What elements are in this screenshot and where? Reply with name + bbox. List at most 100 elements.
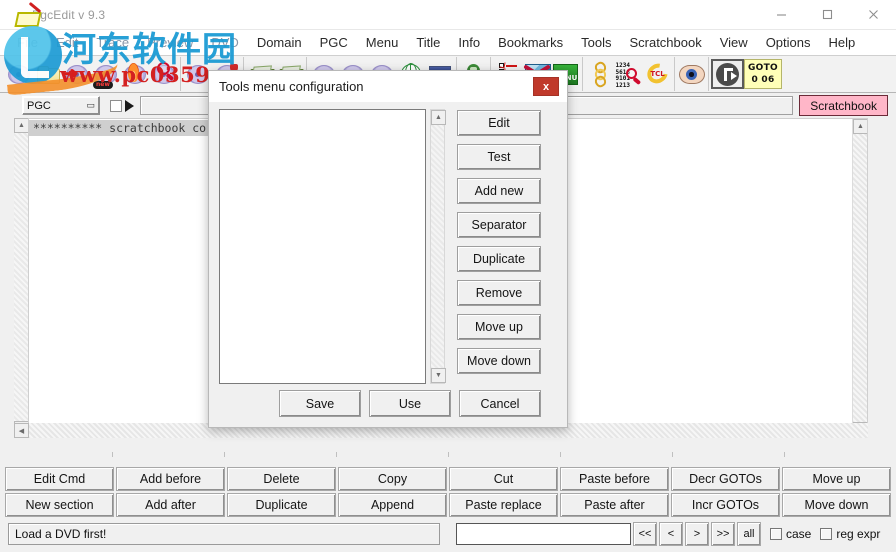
toolbar-group-eye — [675, 57, 709, 91]
paste-before-button[interactable]: Paste before — [560, 467, 669, 491]
minimize-button[interactable] — [758, 0, 804, 30]
nav-last-button[interactable]: >> — [711, 522, 735, 546]
window-title: PgcEdit v 9.3 — [32, 7, 106, 22]
regexpr-checkbox[interactable] — [820, 528, 833, 540]
scroll-up-icon[interactable]: ▲ — [431, 110, 446, 125]
maximize-button[interactable] — [804, 0, 850, 30]
add-before-button[interactable]: Add before — [116, 467, 225, 491]
window-controls — [758, 0, 896, 30]
dialog-close-button[interactable]: x — [533, 77, 559, 96]
paste-replace-button[interactable]: Paste replace — [449, 493, 558, 517]
dialog-duplicate-button[interactable]: Duplicate — [457, 246, 541, 272]
menu-item-file[interactable]: File — [8, 32, 47, 53]
burn-disc-icon[interactable] — [120, 59, 149, 89]
case-checkbox-wrap[interactable]: case — [770, 527, 811, 541]
dialog-save-button[interactable]: Save — [279, 390, 361, 417]
menu-item-pgc[interactable]: PGC — [311, 32, 357, 53]
goto-indicator: GOTO 0 06 — [744, 59, 782, 89]
menu-item-dvd[interactable]: DVD — [202, 32, 247, 53]
nav-next-button[interactable]: > — [685, 522, 709, 546]
scroll-down-icon[interactable]: ▼ — [431, 368, 446, 383]
goto-arrow-icon[interactable] — [711, 59, 744, 89]
scroll-up-icon[interactable]: ▲ — [853, 119, 867, 134]
tools-list[interactable] — [219, 109, 426, 384]
editor-left-scrollbar[interactable]: ▲ ▼ — [14, 118, 29, 436]
decr-gotos-button[interactable]: Decr GOTOs — [671, 467, 780, 491]
pgc-selector[interactable]: PGC ▭ — [22, 96, 100, 115]
delete-button[interactable]: Delete — [227, 467, 336, 491]
menu-item-bookmarks[interactable]: Bookmarks — [489, 32, 572, 53]
menu-item-edit[interactable]: Edit — [47, 32, 87, 53]
goto-label: GOTO — [747, 63, 779, 73]
pgc-selector-value: PGC — [27, 99, 51, 112]
paste-after-button[interactable]: Paste after — [560, 493, 669, 517]
dialog-title: Tools menu configuration — [219, 78, 364, 94]
move-up-button[interactable]: Move up — [782, 467, 891, 491]
incr-gotos-button[interactable]: Incr GOTOs — [671, 493, 780, 517]
action-button-grid: Edit Cmd Add before Delete Copy Cut Past… — [0, 466, 896, 518]
new-disc-icon[interactable]: new — [91, 59, 120, 89]
copy-button[interactable]: Copy — [338, 467, 447, 491]
scroll-left-icon[interactable]: ◀ — [14, 423, 29, 438]
open-folder-icon[interactable] — [33, 59, 62, 89]
menu-item-scratchbook[interactable]: Scratchbook — [620, 32, 710, 53]
application-window: PgcEdit v 9.3 File Edit Trace Preview DV… — [0, 0, 896, 552]
editor-line: ********** scratchbook co — [29, 120, 209, 136]
dialog-move-down-button[interactable]: Move down — [457, 348, 541, 374]
play-icon[interactable] — [125, 99, 134, 112]
append-button[interactable]: Append — [338, 493, 447, 517]
search-disc-icon[interactable] — [149, 59, 178, 89]
tools-list-scrollbar[interactable]: ▲ ▼ — [430, 109, 446, 384]
menu-item-trace[interactable]: Trace — [87, 32, 138, 53]
menu-item-menu[interactable]: Menu — [357, 32, 408, 53]
scroll-up-icon[interactable]: ▲ — [14, 118, 29, 133]
open-disc-icon[interactable] — [4, 59, 33, 89]
number-search-icon[interactable]: 1234 5618 9101 1213 — [614, 59, 643, 89]
toolbar-group-script: 1234 5618 9101 1213 TCL — [583, 57, 675, 91]
dialog-add-new-button[interactable]: Add new — [457, 178, 541, 204]
dialog-cancel-button[interactable]: Cancel — [459, 390, 541, 417]
dialog-separator-button[interactable]: Separator — [457, 212, 541, 238]
menu-item-view[interactable]: View — [711, 32, 757, 53]
dialog-use-button[interactable]: Use — [369, 390, 451, 417]
cut-button[interactable]: Cut — [449, 467, 558, 491]
save-disc-icon[interactable]: ➜ — [62, 59, 91, 89]
toolbar-group-file: ➜ new — [2, 57, 181, 91]
add-after-button[interactable]: Add after — [116, 493, 225, 517]
menu-item-help[interactable]: Help — [820, 32, 865, 53]
case-label: case — [786, 527, 812, 541]
scratchbook-tab[interactable]: Scratchbook — [799, 95, 888, 116]
tools-menu-configuration-dialog: Tools menu configuration x ▲ ▼ Edit Test… — [208, 70, 568, 428]
nav-all-button[interactable]: all — [737, 522, 761, 546]
new-section-button[interactable]: New section — [5, 493, 114, 517]
menu-item-tools[interactable]: Tools — [572, 32, 620, 53]
move-down-button[interactable]: Move down — [782, 493, 891, 517]
menu-item-options[interactable]: Options — [757, 32, 820, 53]
duplicate-button[interactable]: Duplicate — [227, 493, 336, 517]
nav-first-button[interactable]: << — [633, 522, 657, 546]
edit-cmd-button[interactable]: Edit Cmd — [5, 467, 114, 491]
dialog-remove-button[interactable]: Remove — [457, 280, 541, 306]
case-checkbox[interactable] — [770, 528, 782, 540]
pgc-checkbox[interactable] — [110, 99, 122, 112]
menu-item-preview[interactable]: Preview — [138, 32, 202, 53]
menu-item-title[interactable]: Title — [407, 32, 449, 53]
dialog-edit-button[interactable]: Edit — [457, 110, 541, 136]
editor-right-scrollbar[interactable]: ▲ ▼ — [852, 119, 867, 435]
regexpr-label: reg expr — [836, 527, 881, 541]
search-input[interactable] — [456, 523, 631, 545]
chain-link-icon[interactable] — [585, 59, 614, 90]
tcl-script-icon[interactable]: TCL — [642, 59, 672, 89]
dialog-body: ▲ ▼ Edit Test Add new Separator Duplicat… — [209, 102, 567, 429]
menu-item-info[interactable]: Info — [449, 32, 489, 53]
window-titlebar: PgcEdit v 9.3 — [0, 0, 896, 30]
eye-icon[interactable] — [677, 59, 706, 89]
dialog-move-up-button[interactable]: Move up — [457, 314, 541, 340]
menu-item-domain[interactable]: Domain — [248, 32, 311, 53]
close-button[interactable] — [850, 0, 896, 30]
regexpr-checkbox-wrap[interactable]: reg expr — [820, 527, 880, 541]
nav-prev-button[interactable]: < — [659, 522, 683, 546]
menubar: File Edit Trace Preview DVD Domain PGC M… — [0, 30, 896, 55]
dialog-test-button[interactable]: Test — [457, 144, 541, 170]
chevron-down-icon: ▭ — [86, 100, 95, 110]
